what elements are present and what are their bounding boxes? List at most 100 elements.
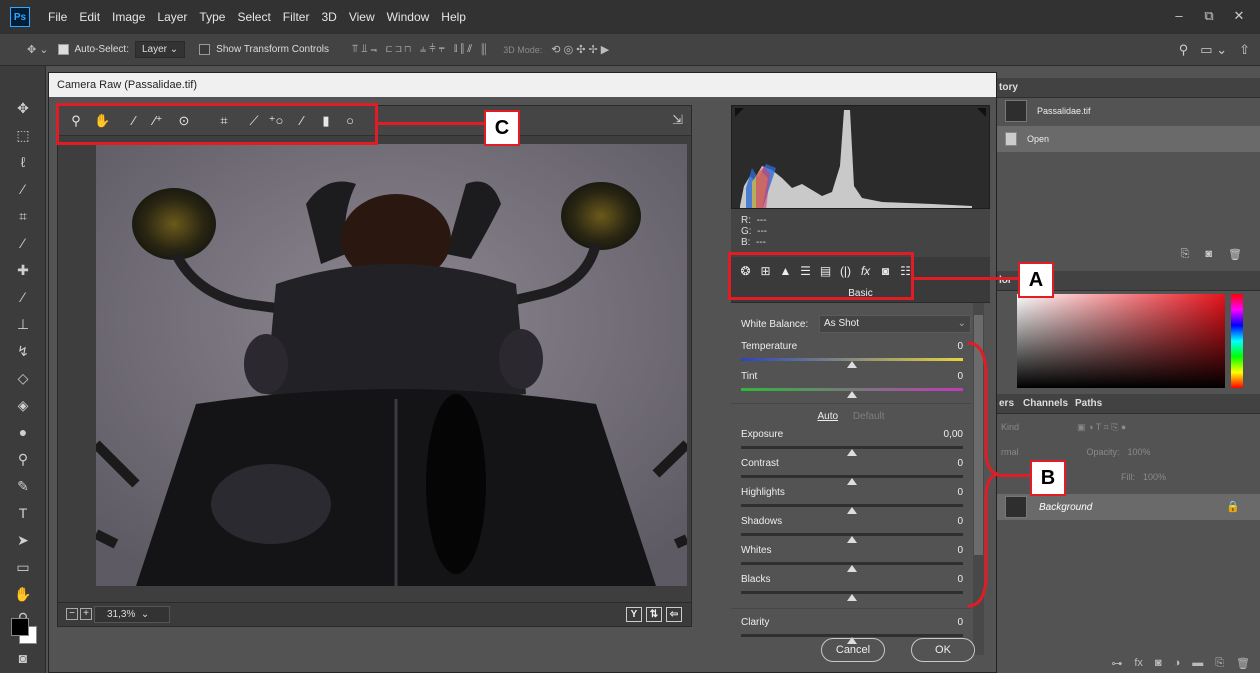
mask-icon[interactable]: ◙ xyxy=(1155,657,1162,669)
slider-thumb[interactable] xyxy=(847,361,857,368)
menu-layer[interactable]: Layer xyxy=(151,0,193,34)
zoom-in-button[interactable]: + xyxy=(80,608,92,620)
new-layer-icon[interactable]: ⎘ xyxy=(1215,657,1224,670)
history-state-row[interactable]: Open xyxy=(997,126,1260,152)
menu-file[interactable]: File xyxy=(42,0,73,34)
shadows-slider[interactable]: Shadows 0 xyxy=(741,516,963,546)
eraser-tool-icon[interactable]: ◇ xyxy=(8,366,38,390)
ok-button[interactable]: OK xyxy=(911,638,975,662)
minimize-icon[interactable]: – xyxy=(1166,6,1192,26)
dodge-tool-icon[interactable]: ⚲ xyxy=(8,447,38,471)
stamp-tool-icon[interactable]: ⊥ xyxy=(8,312,38,336)
image-preview[interactable] xyxy=(96,144,687,586)
menu-type[interactable]: Type xyxy=(193,0,231,34)
marquee-tool-icon[interactable]: ⬚ xyxy=(8,123,38,147)
contrast-slider[interactable]: Contrast 0 xyxy=(741,458,963,488)
temperature-slider[interactable]: Temperature 0 xyxy=(741,341,963,371)
brush-tool-icon[interactable]: ⁄ xyxy=(8,285,38,309)
cancel-button[interactable]: Cancel xyxy=(821,638,885,662)
pen-tool-icon[interactable]: ✎ xyxy=(8,474,38,498)
quick-mask-icon[interactable]: ◙ xyxy=(8,646,38,670)
hue-slider[interactable] xyxy=(1231,294,1243,388)
filter-icons[interactable]: ▣ ◑ T ⌗ ⎘ ● xyxy=(1077,422,1126,433)
auto-select-checkbox[interactable] xyxy=(57,44,69,55)
auto-link[interactable]: Auto xyxy=(817,411,838,422)
workspace-icon[interactable]: ▭ ⌄ xyxy=(1200,42,1227,58)
blacks-slider[interactable]: Blacks 0 xyxy=(741,574,963,604)
fx-icon[interactable]: fx xyxy=(1134,657,1143,669)
menu-3d[interactable]: 3D xyxy=(315,0,342,34)
highlight-clipping-toggle[interactable] xyxy=(977,108,986,117)
slider-thumb[interactable] xyxy=(847,391,857,398)
menu-filter[interactable]: Filter xyxy=(277,0,316,34)
eyedropper-tool-icon[interactable]: ⁄ xyxy=(8,231,38,255)
foreground-color-swatch[interactable] xyxy=(11,618,29,636)
exposure-slider[interactable]: Exposure 0,00 xyxy=(741,429,963,459)
slider-value[interactable]: 0,00 xyxy=(944,429,963,440)
opacity-value[interactable]: 100% xyxy=(1128,447,1151,457)
layer-name[interactable]: Background xyxy=(1039,502,1092,513)
color-picker-field[interactable] xyxy=(1017,294,1225,388)
shadow-clipping-toggle[interactable] xyxy=(735,108,744,117)
search-icon[interactable]: ⚲ xyxy=(1179,42,1189,58)
rectangle-tool-icon[interactable]: ▭ xyxy=(8,555,38,579)
fill-value[interactable]: 100% xyxy=(1143,472,1166,482)
new-document-icon[interactable]: ⎘ xyxy=(1181,248,1190,261)
auto-select-target-select[interactable]: Layer ⌄ xyxy=(134,41,186,58)
slider-thumb[interactable] xyxy=(847,478,857,485)
camera-icon[interactable]: ◙ xyxy=(1205,248,1212,261)
slider-thumb[interactable] xyxy=(847,449,857,456)
whites-slider[interactable]: Whites 0 xyxy=(741,545,963,575)
align-icons[interactable]: ⫪ ⫫ ⫬ ⊏ ⊐ ⊓ ⫨ ⫩ ⫧ ⫾ ⫿ ⫽ ⫼ xyxy=(349,43,489,56)
quick-select-tool-icon[interactable]: ⁄ xyxy=(8,177,38,201)
slider-thumb[interactable] xyxy=(847,565,857,572)
lasso-tool-icon[interactable]: ℓ xyxy=(8,150,38,174)
slider-value[interactable]: 0 xyxy=(957,516,963,527)
menu-edit[interactable]: Edit xyxy=(73,0,106,34)
trash-icon[interactable]: 🗑 xyxy=(1236,657,1250,670)
share-icon[interactable]: ⇧ xyxy=(1239,42,1250,58)
before-after-button[interactable]: Y xyxy=(626,607,642,622)
menu-select[interactable]: Select xyxy=(231,0,276,34)
zoom-level-select[interactable]: 31,3% ⌄ xyxy=(94,606,170,623)
trash-icon[interactable]: 🗑 xyxy=(1228,248,1242,261)
fullscreen-icon[interactable]: ⇲ xyxy=(672,112,683,128)
slider-value[interactable]: 0 xyxy=(957,487,963,498)
history-tab[interactable]: tory xyxy=(999,82,1018,93)
slider-value[interactable]: 0 xyxy=(957,574,963,585)
tint-slider[interactable]: Tint 0 xyxy=(741,371,963,401)
adjustment-icon[interactable]: ◑ xyxy=(1174,657,1181,669)
crop-tool-icon[interactable]: ⌗ xyxy=(8,204,38,228)
close-icon[interactable]: ✕ xyxy=(1226,6,1252,26)
blur-tool-icon[interactable]: ● xyxy=(8,420,38,444)
slider-value[interactable]: 0 xyxy=(957,341,963,352)
3d-mode-icons[interactable]: ⟲ ◎ ✣ ✢ ▶ xyxy=(548,43,612,56)
folder-icon[interactable]: ▬ xyxy=(1192,657,1203,669)
highlights-slider[interactable]: Highlights 0 xyxy=(741,487,963,517)
slider-value[interactable]: 0 xyxy=(957,458,963,469)
move-tool-icon[interactable]: ✥ ⌄ xyxy=(24,43,52,56)
path-select-tool-icon[interactable]: ➤ xyxy=(8,528,38,552)
link-icon[interactable]: ⊶ xyxy=(1111,657,1122,670)
show-transform-checkbox[interactable] xyxy=(199,44,211,55)
history-snapshot-row[interactable]: Passalidae.tif xyxy=(997,98,1260,124)
layer-row[interactable]: Background 🔒 xyxy=(997,494,1260,520)
healing-tool-icon[interactable]: ✚ xyxy=(8,258,38,282)
swap-settings-button[interactable]: ⇅ xyxy=(646,607,662,622)
slider-value[interactable]: 0 xyxy=(957,617,963,628)
menu-help[interactable]: Help xyxy=(435,0,472,34)
white-balance-select[interactable]: As Shot ⌄ xyxy=(819,315,971,333)
history-brush-tool-icon[interactable]: ↯ xyxy=(8,339,38,363)
slider-thumb[interactable] xyxy=(847,507,857,514)
menu-image[interactable]: Image xyxy=(106,0,151,34)
slider-thumb[interactable] xyxy=(847,594,857,601)
hand-tool-icon[interactable]: ✋ xyxy=(8,582,38,606)
channels-tab[interactable]: Channels xyxy=(1023,398,1068,409)
menu-view[interactable]: View xyxy=(343,0,381,34)
slider-thumb[interactable] xyxy=(847,536,857,543)
slider-value[interactable]: 0 xyxy=(957,545,963,556)
menu-window[interactable]: Window xyxy=(381,0,436,34)
type-tool-icon[interactable]: T xyxy=(8,501,38,525)
slider-value[interactable]: 0 xyxy=(957,371,963,382)
gradient-tool-icon[interactable]: ◈ xyxy=(8,393,38,417)
